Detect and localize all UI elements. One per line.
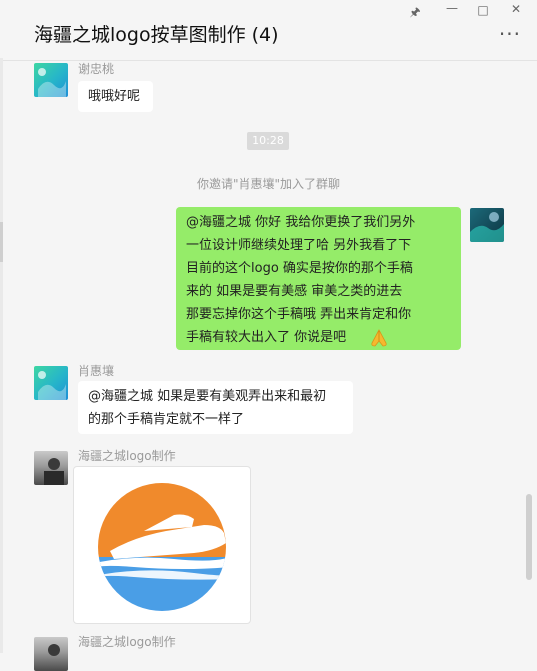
message-bubble[interactable]: @海疆之城 如果是要有美观弄出来和最初 的那个手稿肯定就不一样了	[78, 381, 353, 434]
my-message-bubble[interactable]: @海疆之城 你好 我给你更换了我们另外 一位设计师继续处理了哈 另外我看了下 目…	[176, 207, 461, 350]
title-bar: 海疆之城logo按草图制作 (4) 🖈 — □ ✕ ···	[0, 0, 537, 61]
avatar-graphic	[38, 371, 66, 400]
folded-hands-emoji-icon	[371, 328, 387, 346]
avatar-graphic	[48, 644, 60, 656]
message-text: 哦哦好呢	[88, 89, 141, 104]
avatar-graphic	[44, 458, 64, 485]
my-avatar[interactable]	[470, 208, 504, 242]
message-line: 的那个手稿肯定就不一样了	[88, 412, 245, 427]
pin-icon[interactable]: 🖈	[406, 3, 424, 24]
sender-name: 海疆之城logo制作	[78, 635, 176, 649]
sender-name: 谢忠桃	[78, 62, 115, 76]
message-line: 来的 如果是要有美感 审美之类的进去	[186, 284, 403, 299]
chat-title: 海疆之城logo按草图制作 (4)	[34, 24, 279, 46]
avatar-graphic	[38, 68, 66, 97]
time-divider: 10:28	[247, 132, 289, 150]
close-icon[interactable]: ✕	[507, 2, 525, 16]
message-line: @海疆之城 如果是要有美观弄出来和最初	[88, 389, 327, 404]
message-line-text: 手稿有较大出入了 你说是吧	[186, 330, 347, 345]
message-line: 目前的这个logo 确实是按你的那个手稿	[186, 261, 413, 276]
sender-name: 海疆之城logo制作	[78, 449, 176, 463]
message-bubble[interactable]: 哦哦好呢	[78, 81, 153, 112]
message-line: @海疆之城 你好 我给你更换了我们另外	[186, 215, 416, 230]
sidebar-marker	[0, 222, 3, 262]
maximize-icon[interactable]: □	[474, 3, 492, 17]
scrollbar[interactable]	[526, 494, 532, 580]
avatar[interactable]	[34, 451, 68, 485]
minimize-icon[interactable]: —	[443, 1, 461, 15]
image-message[interactable]	[73, 466, 251, 624]
sidebar-edge	[0, 58, 3, 653]
logo-image	[98, 483, 226, 611]
avatar[interactable]	[34, 63, 68, 97]
message-line: 一位设计师继续处理了哈 另外我看了下	[186, 238, 412, 253]
avatar[interactable]	[34, 366, 68, 400]
avatar-graphic	[470, 212, 504, 242]
more-icon[interactable]: ···	[499, 24, 521, 44]
message-line: 手稿有较大出入了 你说是吧	[186, 326, 451, 349]
sender-name: 肖惠壤	[78, 364, 115, 378]
avatar[interactable]	[34, 637, 68, 671]
message-line: 那要忘掉你这个手稿哦 弄出来肯定和你	[186, 307, 412, 322]
system-notice: 你邀请"肖惠壤"加入了群聊	[196, 177, 341, 191]
